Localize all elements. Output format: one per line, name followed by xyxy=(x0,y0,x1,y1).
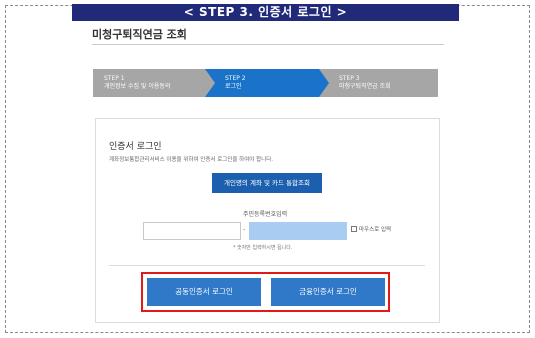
step-1-number: STEP 1 xyxy=(104,75,125,82)
step-progress: STEP 1 개인정보 수집 및 이용동의 STEP 2 로그인 STEP 3 … xyxy=(93,69,438,97)
step-1: STEP 1 개인정보 수집 및 이용동의 xyxy=(93,69,217,97)
step-2-label: 로그인 xyxy=(225,83,242,90)
numeric-hint: * 숫자만 입력하시면 됩니다. xyxy=(233,245,293,251)
joint-certificate-login-button[interactable]: 공동인증서 로그인 xyxy=(147,278,261,306)
step-2-number: STEP 2 xyxy=(225,75,246,82)
rrn-label: 주민등록번호입력 xyxy=(243,211,288,218)
mouse-input-label: 마우스로 입력 xyxy=(359,227,392,233)
login-divider xyxy=(109,265,425,266)
step-3: STEP 3 미청구퇴직연금 조회 xyxy=(319,69,438,97)
step-2-active: STEP 2 로그인 xyxy=(205,69,331,97)
page-title: 미청구퇴직연금 조회 xyxy=(92,28,187,41)
rrn-back-input[interactable] xyxy=(249,222,347,240)
mouse-input-option[interactable]: 마우스로 입력 xyxy=(351,225,391,233)
step-3-number: STEP 3 xyxy=(339,75,360,82)
rrn-front-input[interactable] xyxy=(143,222,241,240)
rrn-dash: - xyxy=(243,226,246,234)
step-3-label: 미청구퇴직연금 조회 xyxy=(339,83,391,90)
step-1-label: 개인정보 수집 및 이용동의 xyxy=(104,83,171,90)
financial-certificate-login-button[interactable]: 금융인증서 로그인 xyxy=(271,278,385,306)
title-divider xyxy=(92,44,444,45)
checkbox-icon[interactable] xyxy=(351,226,357,232)
login-description: 계좌정보통합관리서비스 이용을 위하여 인증서 로그인을 하여야 합니다. xyxy=(109,157,274,163)
step-banner: < STEP 3. 인증서 로그인 > xyxy=(72,4,459,21)
account-card-inquiry-button[interactable]: 개인명의 계좌 및 카드 통합조회 xyxy=(212,173,322,193)
login-title: 인증서 로그인 xyxy=(109,142,162,152)
